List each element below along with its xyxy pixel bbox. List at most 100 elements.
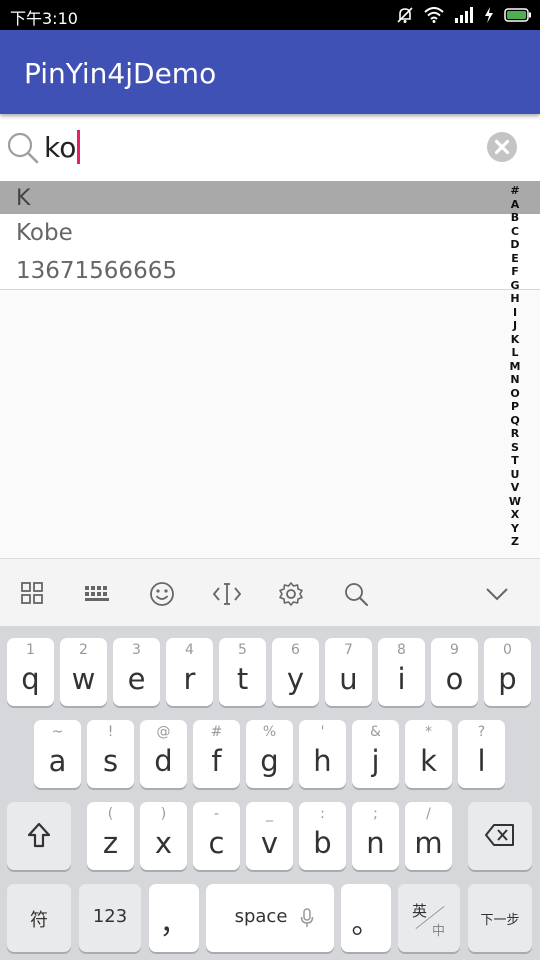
search-icon[interactable]: [343, 581, 369, 607]
key-hint: -: [213, 806, 220, 822]
key-s[interactable]: ! s: [87, 720, 134, 788]
enter-key[interactable]: 下一步: [468, 884, 532, 952]
key-hint: 6: [291, 642, 300, 658]
key-f[interactable]: # f: [193, 720, 240, 788]
key-v[interactable]: _ v: [246, 802, 293, 870]
text-cursor: [77, 130, 81, 164]
numbers-key[interactable]: 123: [79, 884, 141, 952]
key-h[interactable]: ' h: [299, 720, 346, 788]
key-b[interactable]: :b: [299, 802, 346, 870]
key-letter: a: [48, 744, 67, 778]
key-hint: 7: [344, 642, 353, 658]
key-hint: ): [160, 806, 167, 822]
index-letter[interactable]: E: [511, 252, 519, 265]
key-r[interactable]: 4r: [166, 638, 213, 706]
search-input-value: ko: [44, 130, 77, 164]
charging-icon: [484, 7, 494, 23]
key-hint: 4: [185, 642, 194, 658]
key-z[interactable]: (z: [87, 802, 134, 870]
index-letter[interactable]: I: [513, 306, 517, 319]
key-u[interactable]: 7u: [325, 638, 372, 706]
index-letter[interactable]: O: [510, 387, 519, 400]
index-letter[interactable]: R: [511, 427, 519, 440]
index-letter[interactable]: N: [510, 373, 519, 386]
key-c[interactable]: -c: [193, 802, 240, 870]
mute-icon: [396, 6, 414, 24]
key-g[interactable]: % g: [246, 720, 293, 788]
search-input[interactable]: ko: [44, 128, 81, 166]
key-d[interactable]: @ d: [140, 720, 187, 788]
index-letter[interactable]: K: [511, 333, 520, 346]
key-hint: :: [320, 806, 325, 822]
index-letter[interactable]: J: [513, 319, 517, 332]
emoji-icon[interactable]: [149, 581, 175, 607]
index-letter[interactable]: #: [510, 184, 519, 197]
space-key[interactable]: space: [206, 884, 334, 952]
language-key-bottom: 中: [432, 923, 446, 938]
key-hint: (: [107, 806, 114, 822]
index-letter[interactable]: C: [511, 225, 519, 238]
key-k[interactable]: * k: [405, 720, 452, 788]
key-l[interactable]: ? l: [458, 720, 505, 788]
index-letter[interactable]: X: [511, 508, 519, 521]
key-n[interactable]: ; n: [352, 802, 399, 870]
key-letter: m: [414, 826, 443, 860]
index-letter[interactable]: M: [510, 360, 521, 373]
period-key[interactable]: 。: [341, 884, 391, 952]
key-t[interactable]: 5t: [219, 638, 266, 706]
key-o[interactable]: 9o: [431, 638, 478, 706]
index-letter[interactable]: S: [511, 441, 519, 454]
key-w[interactable]: 2w: [60, 638, 107, 706]
key-a[interactable]: ~ a: [34, 720, 81, 788]
chevron-down-icon[interactable]: [484, 581, 510, 607]
key-y[interactable]: 6y: [272, 638, 319, 706]
language-key[interactable]: 英 中: [398, 884, 460, 952]
index-letter[interactable]: H: [510, 292, 519, 305]
key-i[interactable]: 8i: [378, 638, 425, 706]
key-p[interactable]: 0p: [484, 638, 531, 706]
cursor-icon[interactable]: [212, 581, 242, 607]
index-letter[interactable]: V: [511, 481, 520, 494]
key-q[interactable]: 1q: [7, 638, 54, 706]
index-letter[interactable]: Q: [510, 414, 519, 427]
index-letter[interactable]: G: [510, 279, 519, 292]
shift-arrow-icon: [26, 822, 52, 853]
key-m[interactable]: / m: [405, 802, 452, 870]
key-letter: s: [102, 744, 119, 778]
index-letter[interactable]: A: [511, 198, 520, 211]
key-letter: i: [397, 662, 406, 696]
index-letter[interactable]: T: [511, 454, 519, 467]
symbols-key[interactable]: 符: [7, 884, 71, 952]
index-letter[interactable]: Z: [511, 535, 519, 548]
key-hint: 8: [397, 642, 406, 658]
index-letter[interactable]: U: [511, 468, 520, 481]
key-letter: g: [260, 744, 279, 778]
index-letter[interactable]: P: [511, 400, 519, 413]
keyboard-icon[interactable]: [84, 581, 110, 607]
index-letter[interactable]: W: [509, 495, 521, 508]
numbers-key-label: 123: [92, 906, 128, 927]
clear-icon[interactable]: [487, 132, 517, 167]
index-letter[interactable]: D: [510, 238, 519, 251]
key-hint: 0: [503, 642, 512, 658]
list-item[interactable]: Kobe 13671566665: [0, 214, 540, 290]
contact-name: Kobe: [16, 220, 73, 246]
alphabet-index[interactable]: # A B C D E F G H I J K L M N O P Q R S T U V W X Y Z: [505, 184, 525, 548]
index-letter[interactable]: Y: [511, 522, 519, 535]
key-e[interactable]: 3e: [113, 638, 160, 706]
shift-key[interactable]: [7, 802, 71, 870]
key-letter: l: [477, 744, 486, 778]
key-x[interactable]: ) x: [140, 802, 187, 870]
key-letter: e: [127, 662, 146, 696]
key-letter: r: [183, 662, 196, 696]
backspace-key[interactable]: [468, 802, 532, 870]
index-letter[interactable]: F: [511, 265, 519, 278]
gear-icon[interactable]: [278, 581, 304, 607]
key-j[interactable]: & j: [352, 720, 399, 788]
index-letter[interactable]: B: [511, 211, 519, 224]
symbols-key-label: 符: [30, 910, 48, 931]
grid-icon[interactable]: [20, 581, 46, 607]
index-letter[interactable]: L: [511, 346, 518, 359]
battery-icon: [504, 8, 532, 22]
key-letter: j: [371, 744, 380, 778]
